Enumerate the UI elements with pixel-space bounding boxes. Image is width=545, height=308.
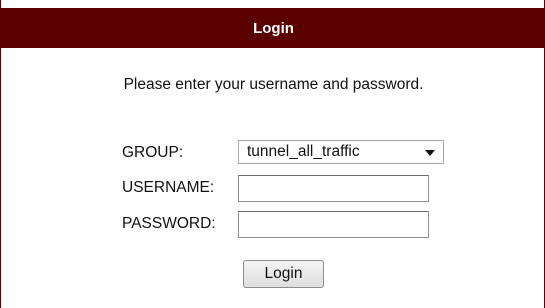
username-label: USERNAME: — [122, 179, 215, 196]
login-button[interactable]: Login — [243, 260, 324, 288]
login-button-label: Login — [264, 265, 303, 282]
login-panel: Login Please enter your username and pas… — [0, 0, 545, 308]
password-field[interactable] — [238, 211, 429, 238]
username-field[interactable] — [238, 175, 429, 202]
password-label: PASSWORD: — [122, 215, 216, 232]
panel-title: Login — [253, 19, 294, 37]
group-select-value: tunnel_all_traffic — [247, 143, 360, 160]
panel-header: Login — [1, 8, 545, 48]
group-label: GROUP: — [122, 144, 184, 161]
login-instructions: Please enter your username and password. — [123, 76, 424, 93]
group-select[interactable]: tunnel_all_traffic — [238, 140, 444, 164]
chevron-down-icon — [425, 150, 435, 156]
